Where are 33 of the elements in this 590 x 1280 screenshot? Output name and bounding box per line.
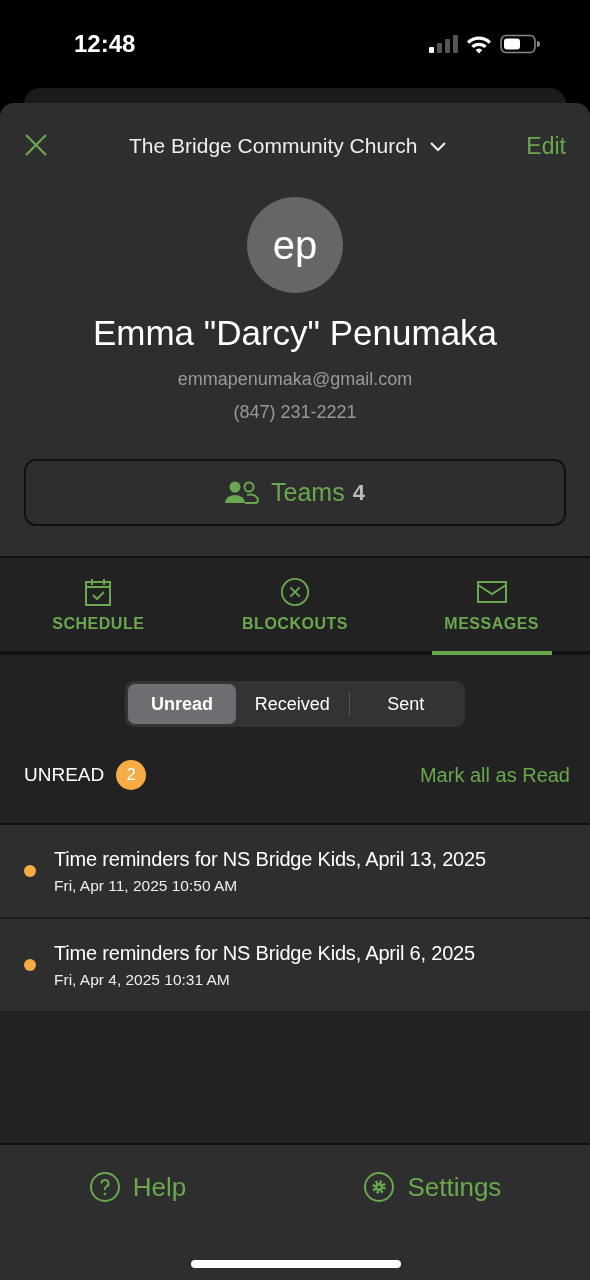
filter-option[interactable]: Unread — [128, 684, 236, 724]
profile-email: emmapenumaka@gmail.com — [177, 369, 413, 390]
mark-all-read-link[interactable]: Mark all as Read — [419, 763, 570, 787]
organization-dropdown[interactable]: The Bridge Community Church — [129, 134, 448, 158]
teams-button[interactable]: Teams 4 — [24, 459, 566, 526]
profile-phone: (847) 231-2221 — [233, 402, 357, 423]
settings-button[interactable]: Settings — [363, 1171, 502, 1203]
help-icon — [88, 1171, 121, 1203]
avatar: ep — [247, 197, 343, 293]
unread-count-badge: 2 — [116, 760, 147, 790]
message-title: Time reminders for NS Bridge Kids, April 6, 2025 — [54, 941, 475, 965]
profile-name: Emma "Darcy" Penumaka — [92, 313, 498, 353]
help-button[interactable]: Help — [88, 1171, 187, 1203]
message-title: Time reminders for NS Bridge Kids, April 13, 2025 — [54, 847, 486, 871]
section-title: UNREAD — [24, 764, 105, 786]
chevron-down-icon — [429, 140, 448, 152]
tab[interactable]: BLOCKOUTS — [235, 558, 355, 655]
circle-x-icon — [279, 576, 311, 607]
wifi-icon — [466, 34, 492, 54]
filter-option[interactable]: Sent — [349, 684, 462, 724]
people-icon — [225, 480, 260, 505]
filter-option[interactable]: Received — [236, 684, 349, 724]
message-row[interactable]: Time reminders for NS Bridge Kids, April 6, 2025 Fri, Apr 4, 2025 10:31 AM — [0, 917, 590, 1011]
settings-icon — [363, 1171, 396, 1203]
message-date: Fri, Apr 4, 2025 10:31 AM — [54, 970, 231, 989]
edit-button[interactable]: Edit — [526, 132, 566, 160]
tab[interactable]: SCHEDULE — [38, 558, 159, 655]
message-date: Fri, Apr 11, 2025 10:50 AM — [54, 876, 239, 895]
signal-icon — [428, 35, 458, 53]
status-time: 12:48 — [74, 30, 136, 58]
battery-icon — [500, 34, 540, 54]
message-row[interactable]: Time reminders for NS Bridge Kids, April 13, 2025 Fri, Apr 11, 2025 10:50 AM — [0, 825, 590, 917]
calendar-check-icon — [83, 576, 114, 607]
